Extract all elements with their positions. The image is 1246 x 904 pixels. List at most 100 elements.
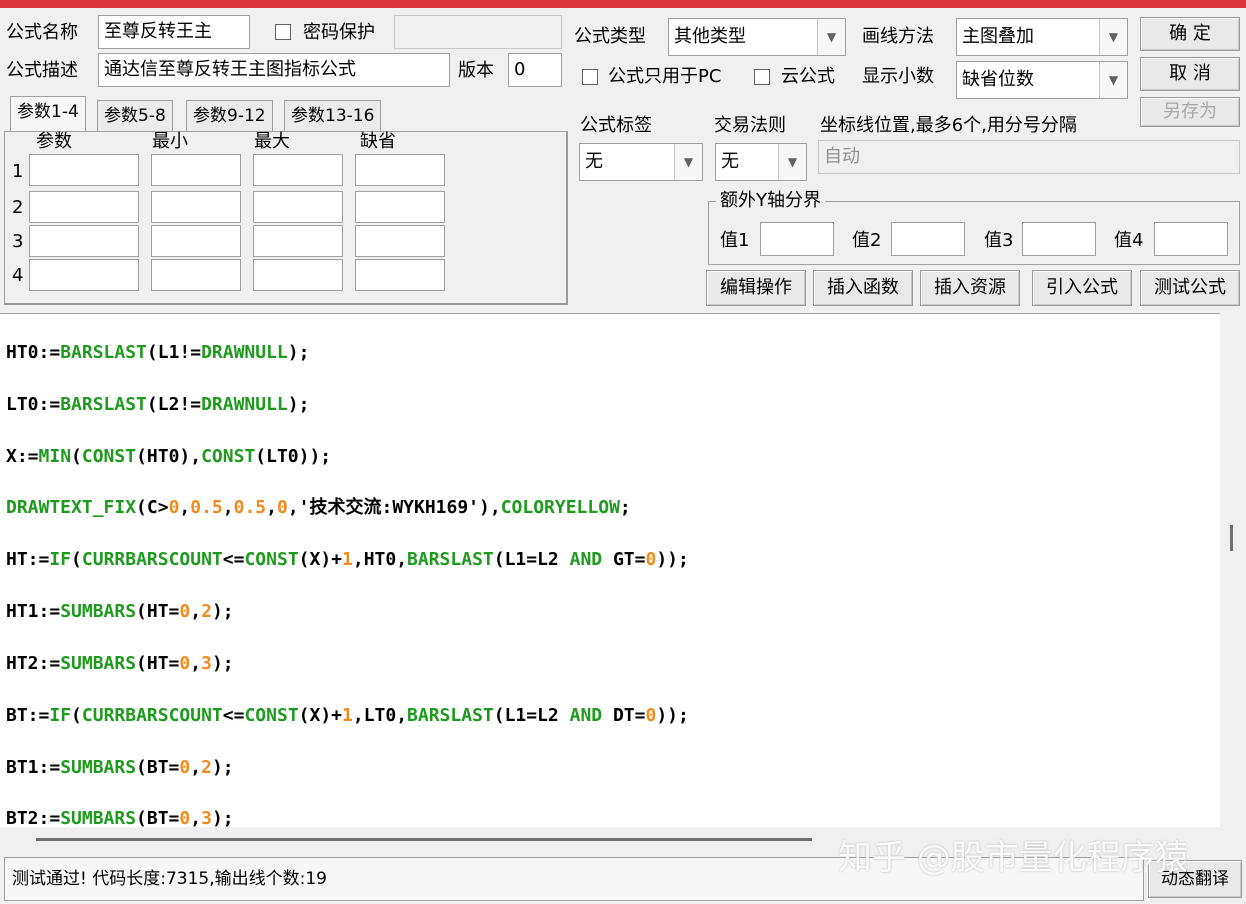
param-header-name: 参数 xyxy=(36,131,72,152)
code-line[interactable]: BT1:=SUMBARS(BT=0,2); xyxy=(6,757,234,779)
code-token-fn: CURRBARSCOUNT xyxy=(81,705,223,726)
code-token: (L2!= xyxy=(146,394,202,415)
code-line[interactable]: DRAWTEXT_FIX(C>0,0.5,0.5,0,'技术交流:WYKH169… xyxy=(6,497,631,519)
param-header-min: 最小 xyxy=(152,131,188,152)
code-token: (BT= xyxy=(136,808,180,827)
param-4-name[interactable] xyxy=(29,259,139,291)
code-line[interactable]: X:=MIN(CONST(HT0),CONST(LT0)); xyxy=(6,446,331,468)
param-1-min[interactable] xyxy=(151,154,241,186)
value-4-label: 值4 xyxy=(1114,230,1144,251)
formula-type-label: 公式类型 xyxy=(574,26,646,47)
param-row-number: 1 xyxy=(12,161,24,182)
param-3-default[interactable] xyxy=(355,225,445,257)
code-line[interactable]: BT:=IF(CURRBARSCOUNT<=CONST(X)+1,LT0,BAR… xyxy=(6,705,689,727)
code-token: )); xyxy=(656,549,689,570)
version-input[interactable]: 0 xyxy=(508,53,562,87)
code-token: (HT= xyxy=(136,601,180,622)
code-token-fn: DRAWNULL xyxy=(201,394,288,415)
edit-operation-button[interactable]: 编辑操作 xyxy=(706,270,806,306)
code-token-fn: CONST xyxy=(244,705,299,726)
vertical-scrollbar[interactable] xyxy=(1220,313,1246,853)
formula-name-input[interactable]: 至尊反转王主 xyxy=(98,15,250,49)
code-token: BT1:= xyxy=(6,757,61,778)
insert-resource-button[interactable]: 插入资源 xyxy=(920,270,1020,306)
code-token: , xyxy=(222,497,234,518)
code-token-num: 0.5 xyxy=(233,497,267,518)
code-line[interactable]: HT1:=SUMBARS(HT=0,2); xyxy=(6,601,234,623)
status-message: 测试通过! 代码长度:7315,输出线个数:19 xyxy=(12,869,327,889)
code-token-num: 0 xyxy=(179,808,191,827)
param-1-max[interactable] xyxy=(253,154,343,186)
watermark: 知乎 @股市量化程序猿 xyxy=(838,838,1189,878)
code-token: (X)+ xyxy=(298,705,343,726)
code-token: (L1=L2 xyxy=(493,705,570,726)
decimal-select[interactable]: 缺省位数 ▼ xyxy=(956,61,1128,99)
code-token: ); xyxy=(211,757,234,778)
code-token-fn: COLORYELLOW xyxy=(500,497,620,518)
code-line[interactable]: HT0:=BARSLAST(L1!=DRAWNULL); xyxy=(6,342,309,364)
chevron-down-icon: ▼ xyxy=(674,144,702,180)
param-1-name[interactable] xyxy=(29,154,139,186)
pc-only-checkbox[interactable] xyxy=(582,69,598,85)
param-1-default[interactable] xyxy=(355,154,445,186)
cancel-button[interactable]: 取 消 xyxy=(1140,57,1240,91)
formula-tag-select[interactable]: 无 ▼ xyxy=(579,143,703,181)
test-formula-button[interactable]: 测试公式 xyxy=(1140,270,1240,306)
tab-params-1-4[interactable]: 参数1-4 xyxy=(10,96,86,132)
code-token-num: 0.5 xyxy=(190,497,223,518)
code-token: ); xyxy=(211,808,234,827)
code-token: ); xyxy=(287,342,310,363)
chevron-down-icon: ▼ xyxy=(1099,62,1127,98)
horizontal-scroll-thumb[interactable] xyxy=(36,838,812,841)
code-token-num: 0 xyxy=(276,497,288,518)
coord-line-label: 坐标线位置,最多6个,用分号分隔 xyxy=(820,115,1077,136)
param-3-name[interactable] xyxy=(29,225,139,257)
param-2-max[interactable] xyxy=(253,191,343,223)
tab-params-5-8[interactable]: 参数5-8 xyxy=(97,100,173,132)
param-2-default[interactable] xyxy=(355,191,445,223)
code-token-kw: AND xyxy=(569,705,603,726)
import-formula-button[interactable]: 引入公式 xyxy=(1032,270,1132,306)
code-line[interactable]: BT2:=SUMBARS(BT=0,3); xyxy=(6,808,234,827)
param-2-min[interactable] xyxy=(151,191,241,223)
code-token: (X)+ xyxy=(298,549,343,570)
code-token: ); xyxy=(287,394,310,415)
code-token-fn: SUMBARS xyxy=(60,808,137,827)
param-3-min[interactable] xyxy=(151,225,241,257)
formula-desc-input[interactable]: 通达信至尊反转王主图指标公式 xyxy=(98,53,450,87)
code-line[interactable]: HT2:=SUMBARS(HT=0,3); xyxy=(6,653,234,675)
param-row-number: 3 xyxy=(12,231,24,252)
code-token: (HT0), xyxy=(136,446,202,467)
tab-params-9-12[interactable]: 参数9-12 xyxy=(186,100,273,132)
code-editor[interactable]: HT0:=BARSLAST(L1!=DRAWNULL); LT0:=BARSLAS… xyxy=(0,313,1220,827)
param-header-max: 最大 xyxy=(254,131,290,152)
code-token: , xyxy=(190,653,202,674)
param-header-default: 缺省 xyxy=(360,131,396,152)
param-2-name[interactable] xyxy=(29,191,139,223)
insert-function-button[interactable]: 插入函数 xyxy=(813,270,913,306)
param-4-default[interactable] xyxy=(355,259,445,291)
param-4-max[interactable] xyxy=(253,259,343,291)
trade-rule-select[interactable]: 无 ▼ xyxy=(715,143,807,181)
draw-method-label: 画线方法 xyxy=(862,26,934,47)
cloud-formula-checkbox[interactable] xyxy=(754,69,770,85)
param-4-min[interactable] xyxy=(151,259,241,291)
value-2-input[interactable] xyxy=(891,222,965,256)
password-checkbox[interactable] xyxy=(275,24,291,40)
code-line[interactable]: LT0:=BARSLAST(L2!=DRAWNULL); xyxy=(6,394,309,416)
code-token-fn: CONST xyxy=(201,446,256,467)
value-1-input[interactable] xyxy=(760,222,834,256)
chevron-down-icon: ▼ xyxy=(817,19,845,55)
code-token: (L1=L2 xyxy=(493,549,570,570)
formula-type-select[interactable]: 其他类型 ▼ xyxy=(668,18,846,56)
ok-button[interactable]: 确 定 xyxy=(1140,17,1240,51)
code-line[interactable]: HT:=IF(CURRBARSCOUNT<=CONST(X)+1,HT0,BAR… xyxy=(6,549,689,571)
draw-method-select[interactable]: 主图叠加 ▼ xyxy=(956,18,1128,56)
tab-params-13-16[interactable]: 参数13-16 xyxy=(284,100,382,132)
code-token: X:= xyxy=(6,446,39,467)
value-3-input[interactable] xyxy=(1022,222,1096,256)
value-4-input[interactable] xyxy=(1154,222,1228,256)
param-3-max[interactable] xyxy=(253,225,343,257)
vertical-scroll-thumb[interactable] xyxy=(1230,525,1233,551)
code-token-fn: BARSLAST xyxy=(60,342,147,363)
